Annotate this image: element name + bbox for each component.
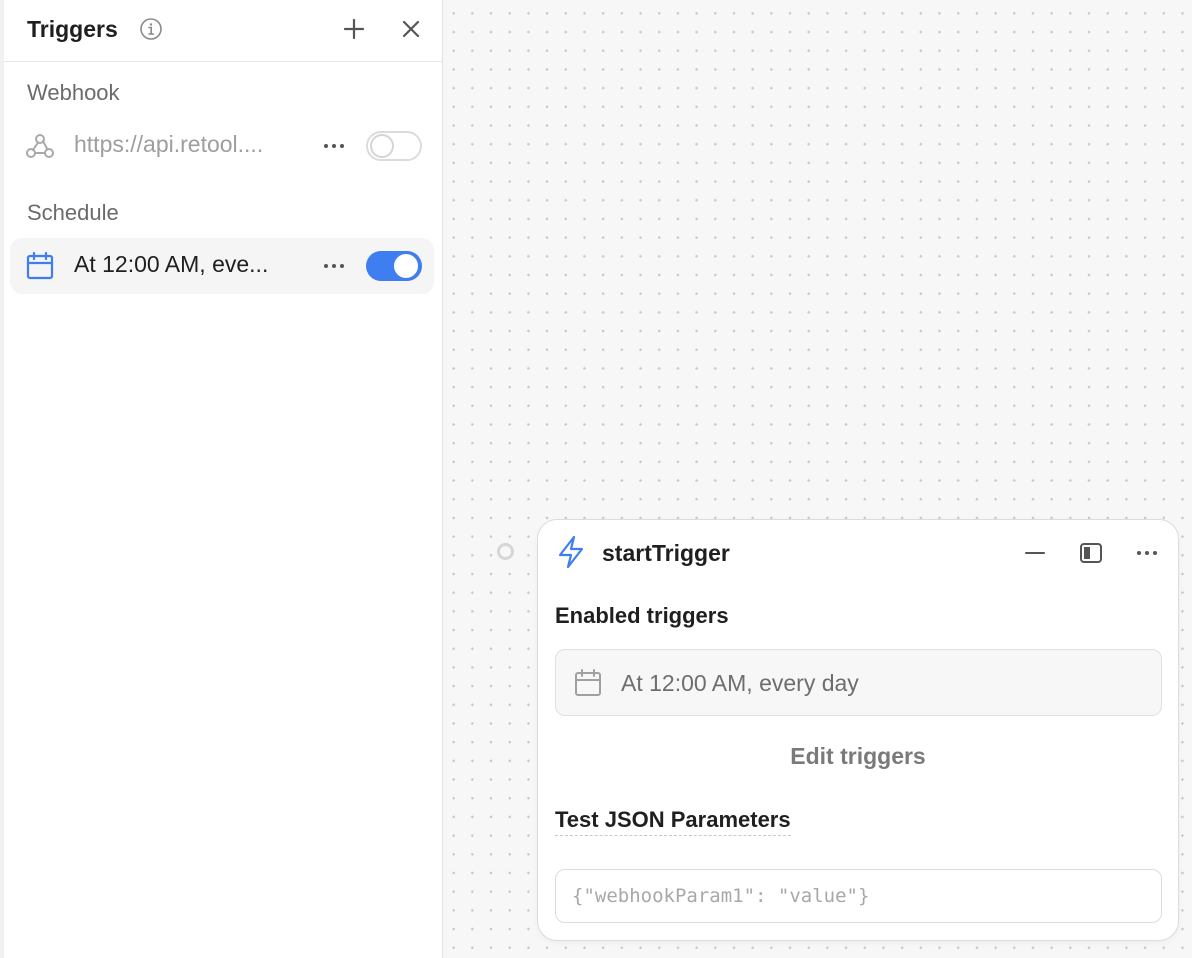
block-title: startTrigger bbox=[602, 540, 730, 566]
panel-header: Triggers bbox=[4, 0, 442, 62]
calendar-icon bbox=[26, 251, 54, 280]
toggle-knob bbox=[370, 134, 394, 158]
webhook-url-text: https://api.retool.... bbox=[74, 131, 264, 157]
panel-toggle-icon[interactable] bbox=[1078, 540, 1104, 566]
close-icon[interactable] bbox=[398, 16, 424, 42]
calendar-icon bbox=[575, 669, 601, 696]
test-json-params-label[interactable]: Test JSON Parameters bbox=[555, 807, 791, 836]
bolt-icon bbox=[558, 535, 584, 569]
section-label-schedule: Schedule bbox=[27, 200, 119, 225]
add-trigger-button[interactable] bbox=[341, 16, 367, 42]
enabled-trigger-item: At 12:00 AM, every day bbox=[555, 649, 1162, 716]
minimize-icon[interactable] bbox=[1022, 540, 1048, 566]
enabled-triggers-label: Enabled triggers bbox=[555, 603, 729, 628]
test-json-params-input[interactable] bbox=[555, 869, 1162, 923]
webhook-more-icon[interactable] bbox=[320, 134, 348, 158]
edit-triggers-button[interactable]: Edit triggers bbox=[738, 738, 978, 774]
trigger-row-schedule[interactable]: At 12:00 AM, eve... bbox=[10, 238, 434, 294]
info-icon[interactable] bbox=[139, 17, 163, 41]
schedule-text: At 12:00 AM, eve... bbox=[74, 251, 269, 277]
connector-dot[interactable] bbox=[497, 543, 514, 560]
schedule-more-icon[interactable] bbox=[320, 254, 348, 278]
triggers-panel: Triggers Webhook https://api.retool.... bbox=[0, 0, 443, 958]
enabled-trigger-text: At 12:00 AM, every day bbox=[621, 670, 859, 696]
webhook-icon bbox=[26, 134, 54, 158]
toggle-knob bbox=[394, 254, 418, 278]
panel-edge bbox=[0, 0, 4, 958]
trigger-row-webhook[interactable]: https://api.retool.... bbox=[10, 118, 434, 174]
block-more-icon[interactable] bbox=[1134, 540, 1160, 566]
start-trigger-block[interactable]: startTrigger Enabled triggers At 12:00 A… bbox=[537, 519, 1179, 941]
webhook-toggle[interactable] bbox=[366, 131, 422, 161]
schedule-toggle[interactable] bbox=[366, 251, 422, 281]
panel-title: Triggers bbox=[27, 16, 118, 42]
section-label-webhook: Webhook bbox=[27, 80, 120, 105]
